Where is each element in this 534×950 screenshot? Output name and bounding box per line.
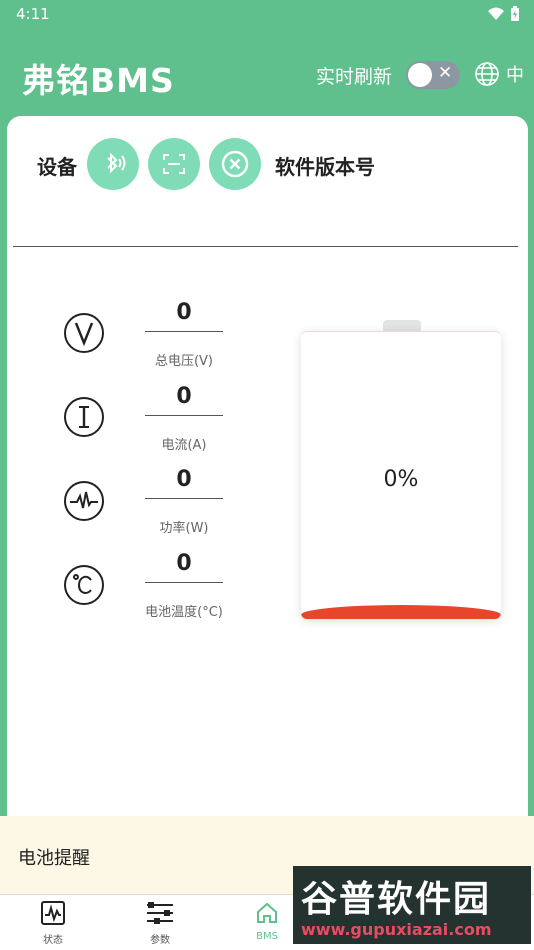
app-header: 弗铭BMS 实时刷新 ✕ 中 [0,28,534,108]
battery-percent: 0% [383,467,419,492]
temperature-value: 0 [145,551,223,583]
voltage-label: 总电压(V) [154,354,214,369]
status-chart-icon [41,901,65,925]
main-card: 设备 软件版本号 0 总电压(V) 0 电流(A) 0 功率(W) 0 电池温度… [7,116,528,816]
battery-fill [301,605,501,619]
temperature-icon [64,565,104,605]
disconnect-button[interactable] [209,138,261,190]
watermark: 谷普软件园 www.gupuxiazai.com [293,866,531,944]
battery-reminder-title: 电池提醒 [18,848,90,869]
software-version-label: 软件版本号 [275,155,375,179]
device-label: 设备 [37,155,77,179]
toggle-knob [408,63,432,87]
watermark-title: 谷普软件园 [301,879,492,920]
voltage-value: 0 [145,300,223,332]
status-time: 4:11 [16,5,50,23]
temperature-label: 电池温度(°C) [145,605,223,620]
realtime-refresh-label: 实时刷新 [316,66,393,88]
nav-params-label: 参数 [150,935,170,946]
nav-params[interactable]: 参数 [120,901,200,946]
current-label: 电流(A) [161,438,207,453]
battery-graphic: 0% [301,331,501,619]
home-icon [257,902,277,923]
sliders-icon [147,902,173,924]
scan-icon [163,154,185,174]
watermark-url: www.gupuxiazai.com [301,920,492,939]
voltage-icon [64,313,104,353]
toggle-off-icon: ✕ [438,63,453,83]
nav-status[interactable]: 状态 [13,901,93,946]
bluetooth-button[interactable] [87,138,139,190]
power-value: 0 [145,467,223,499]
current-icon [64,397,104,437]
battery-status-icon [511,6,519,21]
wifi-icon [488,7,504,20]
app-title: 弗铭BMS [22,61,175,100]
close-icon [221,150,249,178]
language-switch[interactable]: 中 [474,61,524,87]
power-icon [64,481,104,521]
scan-button[interactable] [148,138,200,190]
language-label: 中 [506,65,524,86]
status-bar: 4:11 [0,0,534,28]
nav-status-label: 状态 [43,935,63,946]
current-value: 0 [145,384,223,416]
divider [13,246,518,247]
realtime-refresh-toggle[interactable]: ✕ [406,61,460,89]
status-icons [488,6,520,22]
bluetooth-icon [107,152,126,174]
globe-icon [475,62,499,86]
power-label: 功率(W) [159,521,209,536]
